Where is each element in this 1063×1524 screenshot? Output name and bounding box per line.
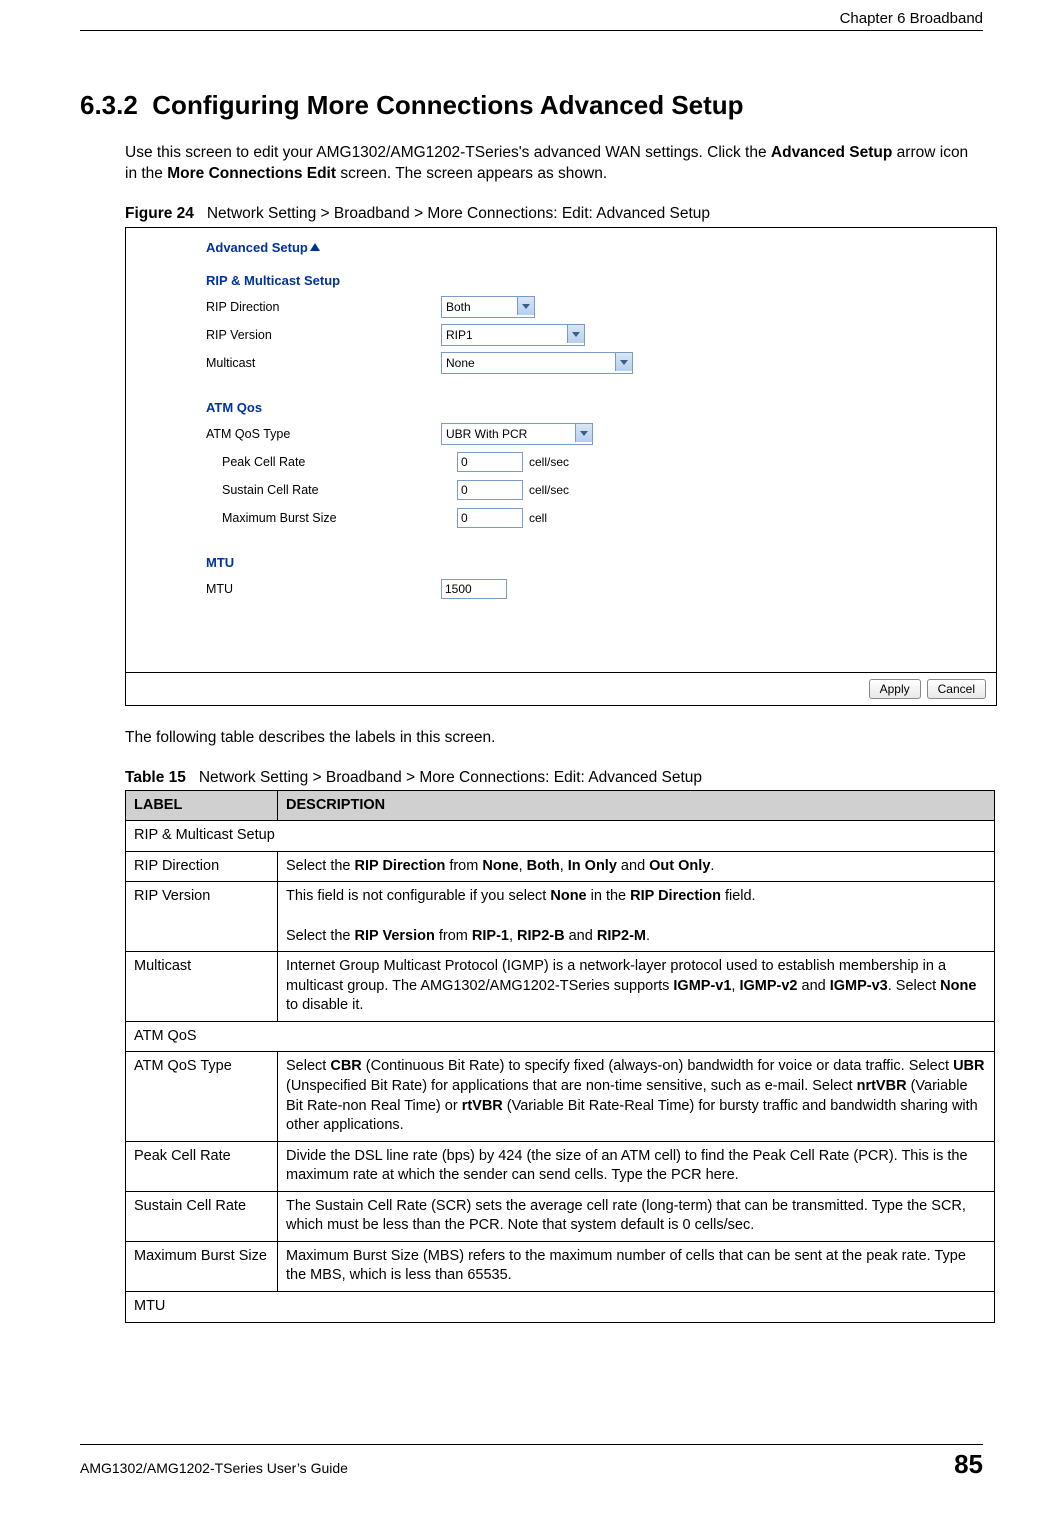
input-mtu[interactable]: 1500 bbox=[441, 579, 507, 599]
cell-desc: Select CBR (Continuous Bit Rate) to spec… bbox=[278, 1052, 995, 1141]
select-value: UBR With PCR bbox=[446, 427, 527, 441]
label-rip-direction: RIP Direction bbox=[206, 300, 441, 314]
cell-label: Maximum Burst Size bbox=[126, 1241, 278, 1291]
advanced-setup-screenshot: Advanced Setup RIP & Multicast Setup RIP… bbox=[125, 227, 997, 706]
description-table: LABEL DESCRIPTION RIP & Multicast Setup … bbox=[125, 790, 995, 1323]
header-rule bbox=[80, 30, 983, 31]
chevron-down-icon bbox=[567, 325, 584, 343]
text-bold: Advanced Setup bbox=[771, 144, 892, 161]
input-peak-cell-rate[interactable]: 0 bbox=[457, 452, 523, 472]
unit-text: cell bbox=[529, 511, 547, 525]
footer-guide: AMG1302/AMG1202-TSeries User’s Guide bbox=[80, 1460, 348, 1476]
cell-label: ATM QoS Type bbox=[126, 1052, 278, 1141]
label-atm-qos-type: ATM QoS Type bbox=[206, 427, 441, 441]
text: Use this screen to edit your AMG1302/AMG… bbox=[125, 144, 771, 161]
figure-label: Figure 24 bbox=[125, 205, 194, 222]
chevron-down-icon bbox=[517, 297, 534, 315]
text: screen. The screen appears as shown. bbox=[336, 165, 607, 182]
cell-label: Sustain Cell Rate bbox=[126, 1191, 278, 1241]
section-heading: 6.3.2 Configuring More Connections Advan… bbox=[80, 90, 983, 121]
table-caption: Table 15 Network Setting > Broadband > M… bbox=[125, 769, 983, 787]
cell-desc: Select the RIP Direction from None, Both… bbox=[278, 851, 995, 882]
label-sustain-cell-rate: Sustain Cell Rate bbox=[206, 483, 457, 497]
unit-text: cell/sec bbox=[529, 455, 569, 469]
th-description: DESCRIPTION bbox=[278, 790, 995, 821]
th-label: LABEL bbox=[126, 790, 278, 821]
cell-label: RIP Direction bbox=[126, 851, 278, 882]
cell-desc: This field is not configurable if you se… bbox=[278, 882, 995, 952]
section-atm-qos: ATM Qos bbox=[206, 400, 980, 415]
cell-label: Multicast bbox=[126, 952, 278, 1022]
input-value: 0 bbox=[461, 483, 468, 497]
input-value: 0 bbox=[461, 511, 468, 525]
text-bold: More Connections Edit bbox=[167, 165, 336, 182]
table-intro: The following table describes the labels… bbox=[125, 728, 983, 749]
apply-button[interactable]: Apply bbox=[869, 679, 921, 699]
label-rip-version: RIP Version bbox=[206, 328, 441, 342]
group-row: RIP & Multicast Setup bbox=[126, 821, 995, 852]
section-title: Configuring More Connections Advanced Se… bbox=[152, 90, 743, 120]
section-rip-multicast: RIP & Multicast Setup bbox=[206, 273, 980, 288]
intro-paragraph: Use this screen to edit your AMG1302/AMG… bbox=[125, 143, 983, 185]
label-mtu: MTU bbox=[206, 582, 441, 596]
section-number: 6.3.2 bbox=[80, 90, 138, 120]
input-sustain-cell-rate[interactable]: 0 bbox=[457, 480, 523, 500]
input-max-burst-size[interactable]: 0 bbox=[457, 508, 523, 528]
cancel-button[interactable]: Cancel bbox=[927, 679, 986, 699]
chevron-down-icon bbox=[575, 424, 592, 442]
collapse-icon bbox=[310, 243, 320, 251]
cell-desc: Internet Group Multicast Protocol (IGMP)… bbox=[278, 952, 995, 1022]
group-row: MTU bbox=[126, 1292, 995, 1323]
label-max-burst-size: Maximum Burst Size bbox=[206, 511, 457, 525]
group-row: ATM QoS bbox=[126, 1021, 995, 1052]
panel-title-text: Advanced Setup bbox=[206, 240, 308, 255]
page-number: 85 bbox=[954, 1449, 983, 1480]
label-multicast: Multicast bbox=[206, 356, 441, 370]
select-value: RIP1 bbox=[446, 328, 473, 342]
select-rip-direction[interactable]: Both bbox=[441, 296, 535, 318]
input-value: 1500 bbox=[445, 582, 472, 596]
select-value: Both bbox=[446, 300, 471, 314]
cell-desc: The Sustain Cell Rate (SCR) sets the ave… bbox=[278, 1191, 995, 1241]
chevron-down-icon bbox=[615, 353, 632, 371]
cell-label: Peak Cell Rate bbox=[126, 1141, 278, 1191]
select-value: None bbox=[446, 356, 475, 370]
input-value: 0 bbox=[461, 455, 468, 469]
cell-label: RIP Version bbox=[126, 882, 278, 952]
chapter-header: Chapter 6 Broadband bbox=[840, 10, 983, 27]
select-multicast[interactable]: None bbox=[441, 352, 633, 374]
section-mtu: MTU bbox=[206, 555, 980, 570]
table-title: Network Setting > Broadband > More Conne… bbox=[199, 769, 702, 786]
select-atm-qos-type[interactable]: UBR With PCR bbox=[441, 423, 593, 445]
cell-desc: Maximum Burst Size (MBS) refers to the m… bbox=[278, 1241, 995, 1291]
cell-desc: Divide the DSL line rate (bps) by 424 (t… bbox=[278, 1141, 995, 1191]
figure-caption: Figure 24 Network Setting > Broadband > … bbox=[125, 205, 983, 223]
footer-rule bbox=[80, 1444, 983, 1445]
label-peak-cell-rate: Peak Cell Rate bbox=[206, 455, 457, 469]
panel-title[interactable]: Advanced Setup bbox=[206, 240, 980, 255]
select-rip-version[interactable]: RIP1 bbox=[441, 324, 585, 346]
table-label: Table 15 bbox=[125, 769, 186, 786]
unit-text: cell/sec bbox=[529, 483, 569, 497]
figure-title: Network Setting > Broadband > More Conne… bbox=[207, 205, 710, 222]
